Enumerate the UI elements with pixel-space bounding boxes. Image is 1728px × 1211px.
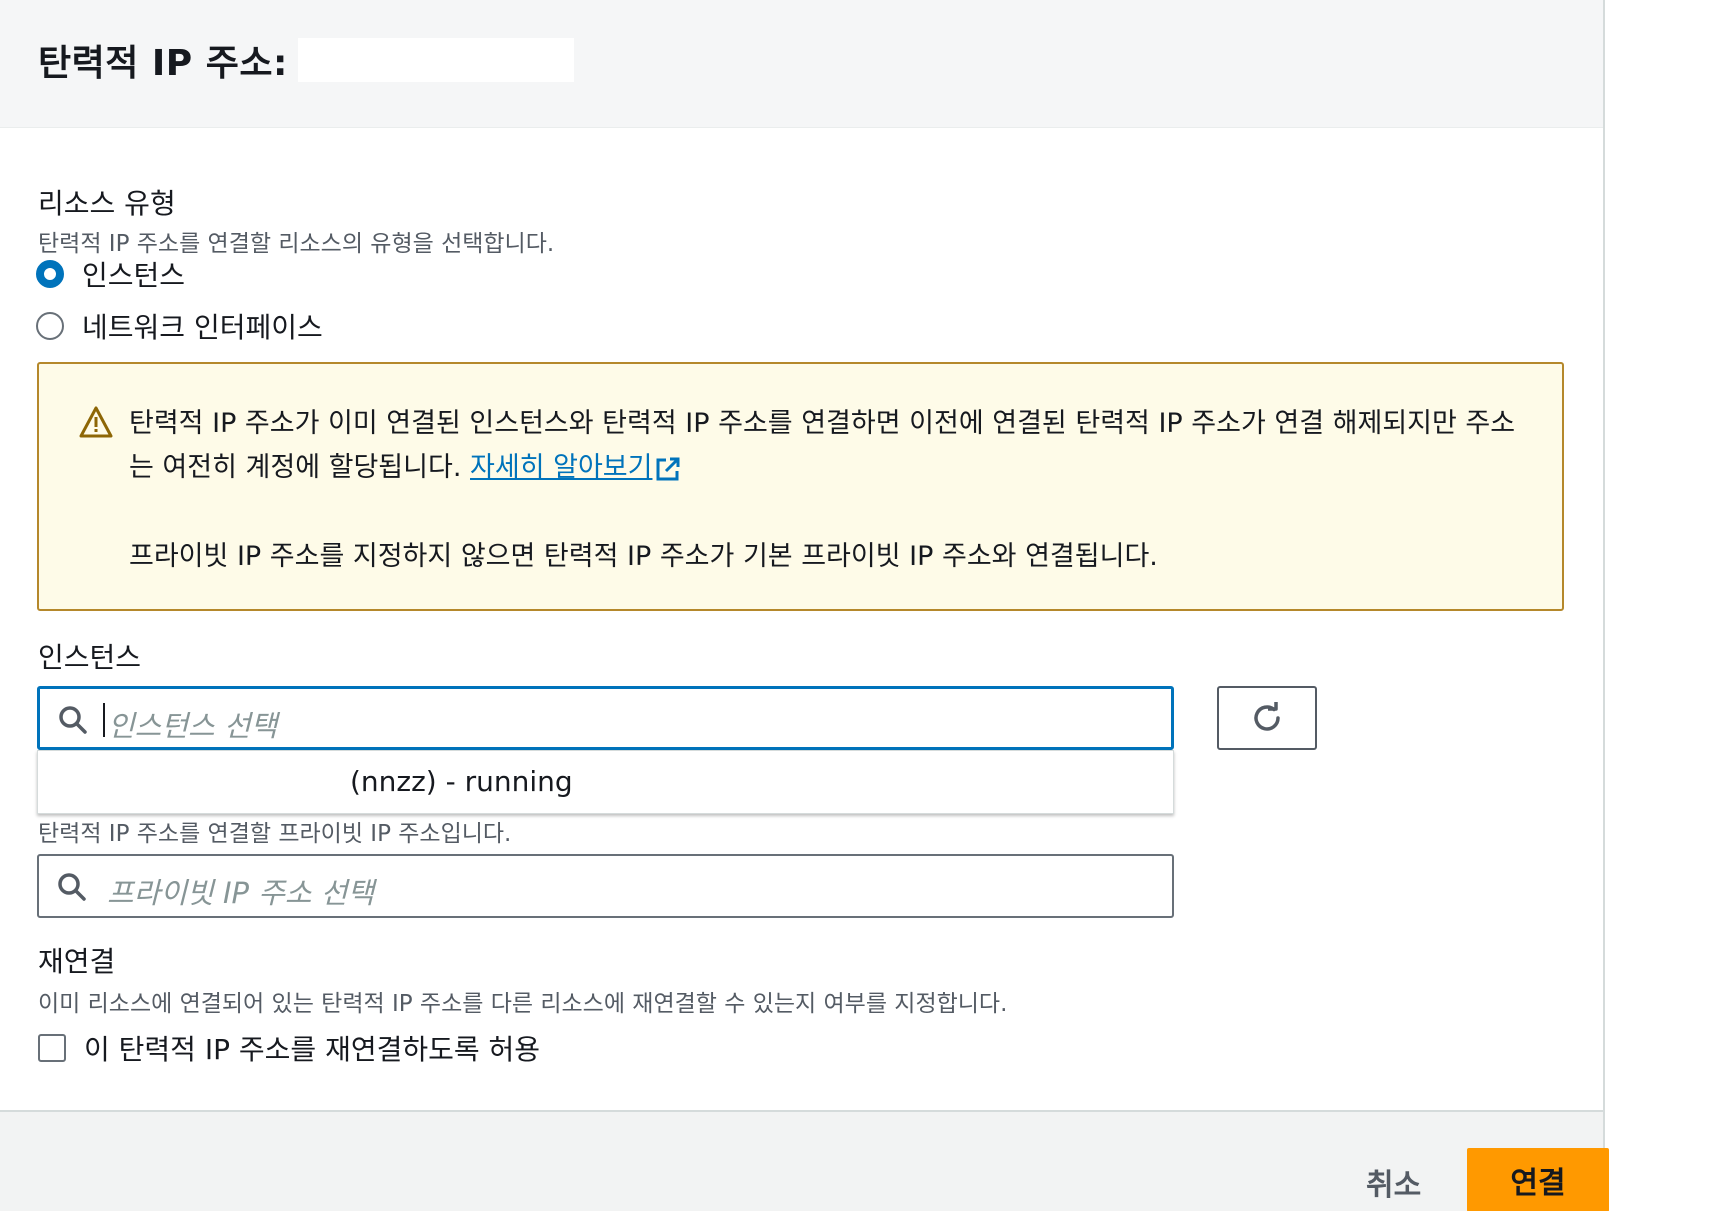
cancel-button[interactable]: 취소 bbox=[1366, 1160, 1421, 1204]
panel-header: 탄력적 IP 주소: bbox=[0, 0, 1603, 128]
warning-alert: 탄력적 IP 주소가 이미 연결된 인스턴스와 탄력적 IP 주소를 연결하면 … bbox=[37, 362, 1564, 611]
dropdown-option[interactable]: (nnzz) - running bbox=[350, 765, 573, 798]
associate-button[interactable]: 연결 bbox=[1467, 1148, 1609, 1211]
text-caret bbox=[103, 703, 105, 737]
alert-message-secondary: 프라이빗 IP 주소를 지정하지 않으면 탄력적 IP 주소가 기본 프라이빗 … bbox=[129, 541, 1158, 572]
instance-dropdown: (nnzz) - running bbox=[37, 750, 1174, 814]
radio-network-interface[interactable]: 네트워크 인터페이스 bbox=[36, 306, 323, 346]
private-ip-placeholder: 프라이빗 IP 주소 선택 bbox=[107, 876, 375, 910]
radio-network-interface-label: 네트워크 인터페이스 bbox=[82, 311, 323, 344]
redacted-address bbox=[297, 38, 574, 82]
resource-type-description: 탄력적 IP 주소를 연결할 리소스의 유형을 선택합니다. bbox=[38, 231, 555, 257]
alert-message: 탄력적 IP 주소가 이미 연결된 인스턴스와 탄력적 IP 주소를 연결하면 … bbox=[129, 402, 1539, 490]
instance-placeholder: 인스턴스 선택 bbox=[108, 709, 278, 743]
instance-label: 인스턴스 bbox=[38, 641, 142, 674]
search-icon bbox=[59, 706, 87, 734]
allow-reassociation-checkbox[interactable]: 이 탄력적 IP 주소를 재연결하도록 허용 bbox=[38, 1028, 540, 1068]
checkbox-box[interactable] bbox=[38, 1034, 66, 1062]
radio-selected-icon[interactable] bbox=[36, 260, 64, 288]
learn-more-link[interactable]: 자세히 알아보기 bbox=[470, 452, 652, 483]
alert-message-text: 탄력적 IP 주소가 이미 연결된 인스턴스와 탄력적 IP 주소를 연결하면 … bbox=[129, 408, 1516, 483]
refresh-button[interactable] bbox=[1217, 686, 1317, 750]
warning-icon bbox=[79, 406, 113, 438]
reassociation-label: 재연결 bbox=[38, 945, 116, 978]
radio-unselected-icon[interactable] bbox=[36, 312, 64, 340]
allow-reassociation-label: 이 탄력적 IP 주소를 재연결하도록 허용 bbox=[84, 1033, 541, 1066]
search-icon bbox=[58, 873, 86, 901]
external-link-icon[interactable] bbox=[654, 455, 682, 483]
instance-select-input[interactable]: 인스턴스 선택 bbox=[37, 686, 1174, 750]
radio-instance-label: 인스턴스 bbox=[82, 259, 186, 292]
panel-footer: 취소 bbox=[0, 1110, 1603, 1211]
reassociation-description: 이미 리소스에 연결되어 있는 탄력적 IP 주소를 다른 리소스에 재연결할 … bbox=[38, 991, 1008, 1017]
private-ip-select-input[interactable]: 프라이빗 IP 주소 선택 bbox=[37, 854, 1174, 918]
resource-type-label: 리소스 유형 bbox=[38, 187, 176, 220]
page-title-text: 탄력적 IP 주소: bbox=[38, 43, 288, 84]
refresh-icon bbox=[1254, 702, 1280, 731]
private-ip-description: 탄력적 IP 주소를 연결할 프라이빗 IP 주소입니다. bbox=[38, 821, 512, 847]
page-title: 탄력적 IP 주소: bbox=[38, 34, 574, 86]
radio-instance[interactable]: 인스턴스 bbox=[36, 254, 185, 294]
associate-eip-panel: 탄력적 IP 주소: 리소스 유형 탄력적 IP 주소를 연결할 리소스의 유형… bbox=[0, 0, 1605, 1211]
